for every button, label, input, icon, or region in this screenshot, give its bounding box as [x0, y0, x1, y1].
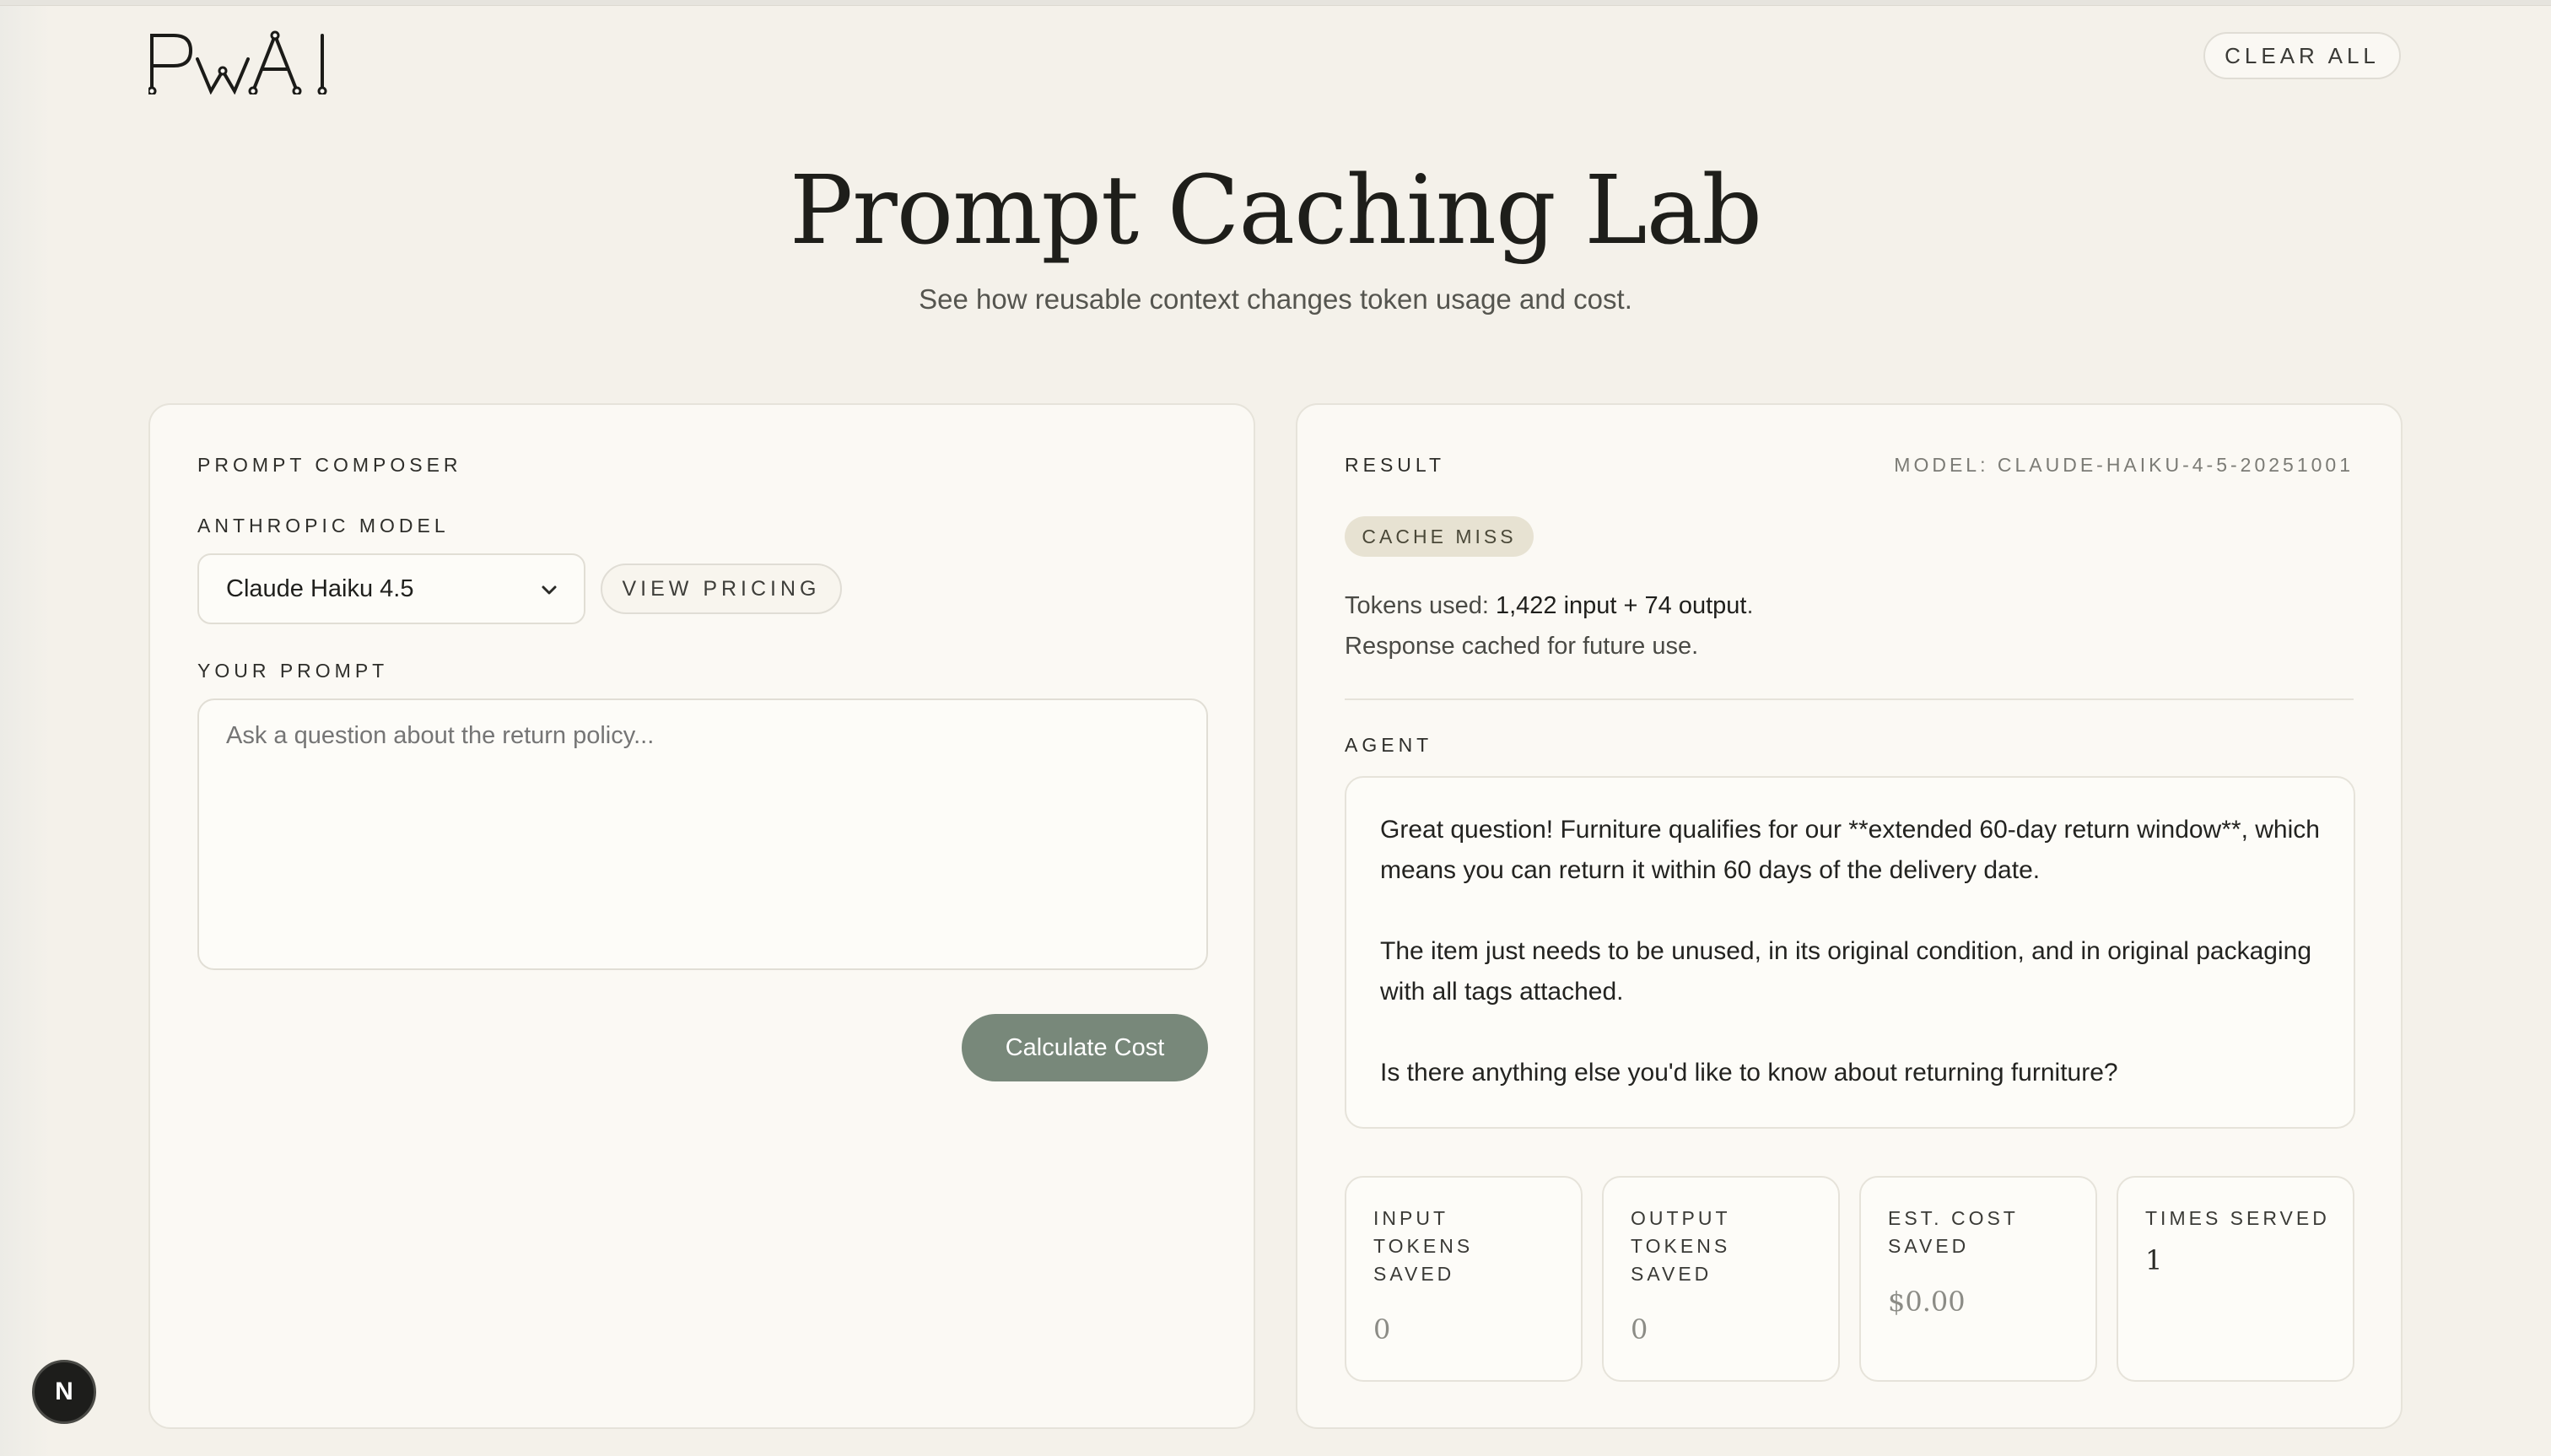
- stat-label: OUTPUT TOKENS SAVED: [1631, 1207, 1731, 1285]
- cache-status-badge: CACHE MISS: [1345, 516, 1534, 557]
- tokens-used-text: Tokens used: 1,422 input + 74 output.: [1345, 592, 1754, 620]
- model-select-value: Claude Haiku 4.5: [226, 574, 414, 602]
- pwai-logo: [147, 30, 354, 96]
- divider: [1345, 698, 2354, 700]
- result-heading: RESULT: [1345, 454, 1446, 476]
- agent-paragraph: Is there anything else you'd like to kno…: [1380, 1059, 2118, 1087]
- view-pricing-button[interactable]: VIEW PRICING: [601, 564, 842, 614]
- model-tag: MODEL: CLAUDE-HAIKU-4-5-20251001: [1894, 454, 2354, 476]
- tokens-prefix: Tokens used:: [1345, 592, 1496, 619]
- stat-label: TIMES SERVED: [2145, 1207, 2330, 1229]
- page-subtitle: See how reusable context changes token u…: [919, 283, 1632, 315]
- n-avatar-badge[interactable]: N: [32, 1360, 96, 1424]
- chevron-down-icon: [542, 585, 557, 595]
- stat-value: $0.00: [1888, 1286, 1966, 1318]
- model-select[interactable]: Claude Haiku 4.5: [197, 553, 585, 624]
- prompt-composer-card: PROMPT COMPOSER ANTHROPIC MODEL Claude H…: [148, 403, 1255, 1429]
- prompt-label: YOUR PROMPT: [197, 660, 389, 682]
- result-card: RESULT MODEL: CLAUDE-HAIKU-4-5-20251001 …: [1296, 403, 2403, 1429]
- stat-label: INPUT TOKENS SAVED: [1373, 1207, 1474, 1285]
- stat-input-tokens-saved: INPUT TOKENS SAVED 0: [1345, 1176, 1583, 1382]
- page: CLEAR ALL Prompt Caching Lab See how reu…: [0, 0, 2551, 1456]
- tokens-value: 1,422 input + 74 output: [1495, 592, 1747, 619]
- agent-paragraph: The item just needs to be unused, in its…: [1380, 937, 2312, 1006]
- agent-response: Great question! Furniture qualifies for …: [1345, 776, 2355, 1129]
- stat-value: 0: [1631, 1313, 1648, 1345]
- prompt-input[interactable]: [197, 698, 1208, 970]
- stat-est-cost-saved: EST. COST SAVED $0.00: [1859, 1176, 2097, 1382]
- stat-value: 1: [2145, 1244, 2163, 1276]
- clear-all-button[interactable]: CLEAR ALL: [2203, 32, 2401, 79]
- stat-value: 0: [1373, 1313, 1391, 1345]
- stat-times-served: TIMES SERVED 1: [2117, 1176, 2354, 1382]
- model-label: ANTHROPIC MODEL: [197, 515, 450, 537]
- stat-label: EST. COST SAVED: [1888, 1207, 2019, 1257]
- prompt-composer-heading: PROMPT COMPOSER: [197, 454, 462, 476]
- tokens-suffix: .: [1746, 592, 1754, 619]
- calculate-cost-button[interactable]: Calculate Cost: [962, 1014, 1208, 1081]
- cache-note: Response cached for future use.: [1345, 633, 1699, 660]
- agent-paragraph: Great question! Furniture qualifies for …: [1380, 816, 2320, 884]
- stat-output-tokens-saved: OUTPUT TOKENS SAVED 0: [1602, 1176, 1840, 1382]
- page-title: Prompt Caching Lab: [789, 156, 1762, 266]
- agent-label: AGENT: [1345, 734, 1433, 756]
- top-rule: [0, 0, 2551, 6]
